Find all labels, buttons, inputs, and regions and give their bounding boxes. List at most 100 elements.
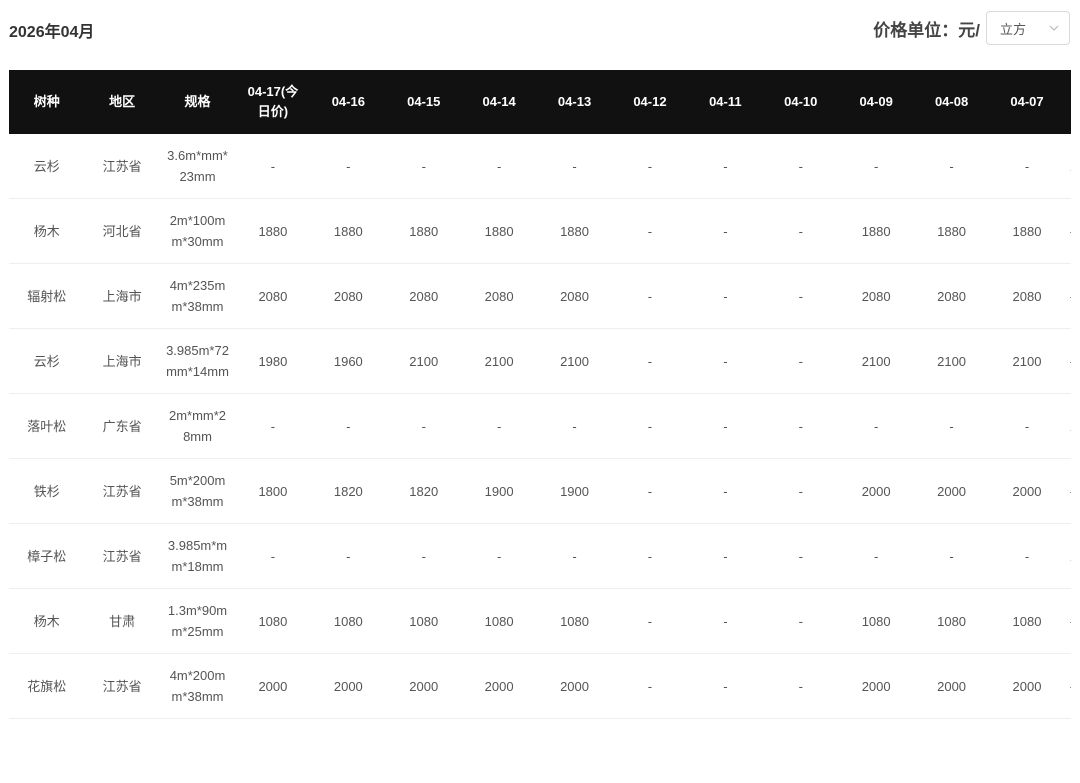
table-cell: - — [687, 393, 764, 459]
table-cell: - — [838, 134, 914, 199]
table-cell: 落叶松 — [9, 393, 85, 459]
price-unit-area: 价格单位：元/ 立方 — [873, 10, 1070, 46]
table-cell: 2000 — [989, 653, 1065, 719]
table-row: 杨木 甘肃 1.3m*90mm*25mm 1080 1080 1080 1080 1080- -… — [9, 588, 1071, 654]
column-header: 04-07 — [989, 70, 1065, 134]
table-cell: 1880 — [838, 198, 914, 264]
table-cell: 1080 — [913, 588, 990, 654]
table-cell: 1820 — [310, 458, 387, 524]
table-cell: 江苏省 — [84, 134, 160, 199]
table-cell: - — [687, 458, 764, 524]
table-cell: 18 — [1064, 393, 1071, 459]
table-cell: - — [1064, 263, 1071, 329]
table-cell: 2000 — [386, 653, 462, 719]
table-cell: - — [838, 393, 914, 459]
table-cell: 1820 — [386, 458, 462, 524]
unit-select[interactable]: 立方 — [986, 11, 1070, 45]
unit-select-value: 立方 — [1000, 21, 1027, 37]
table-cell: 2m*100mm*30mm — [159, 198, 236, 264]
table-cell: - — [310, 523, 387, 589]
table-cell: 2080 — [461, 263, 537, 329]
table-cell: 2100 — [386, 328, 462, 394]
table-cell: 上海市 — [84, 328, 160, 394]
table-cell: 2080 — [235, 263, 311, 329]
table-cell: 2000 — [913, 458, 990, 524]
table-body: 云杉江苏省3.6m*mm*23mm-----------15杨木河北省2m*10… — [9, 134, 1071, 719]
table-cell: 2100 — [536, 328, 613, 394]
column-header: 04-13 — [536, 70, 613, 134]
table-cell: 2080 — [536, 263, 613, 329]
table-cell: - — [235, 393, 311, 459]
table-cell: - — [989, 134, 1065, 199]
table-row: 杨木 河北省 2m*100mm*30mm 1880 1880 1880 1880 1880- -… — [9, 198, 1071, 264]
column-header: 04-15 — [386, 70, 462, 134]
table-cell: - — [1064, 328, 1071, 394]
table-cell: 1080 — [386, 588, 462, 654]
table-cell: 2080 — [310, 263, 387, 329]
column-header: 04-11 — [687, 70, 764, 134]
table-cell: - — [461, 393, 537, 459]
table-cell: 1960 — [310, 328, 387, 394]
column-header: 04-14 — [461, 70, 537, 134]
table-cell: - — [687, 523, 764, 589]
table-cell: 1880 — [461, 198, 537, 264]
table-cell: 2000 — [461, 653, 537, 719]
column-header: 04-10 — [763, 70, 839, 134]
table-cell: 2000 — [838, 653, 914, 719]
column-header: 地区 — [84, 70, 160, 134]
table-cell: - — [235, 134, 311, 199]
table-cell: 2100 — [838, 328, 914, 394]
table-header-row: 树种 地区 规格 04-17(今日价) 04-16 04-15 04-14 04-13 04-1… — [9, 70, 1071, 134]
table-cell: - — [687, 653, 764, 719]
column-header: 04-12 — [612, 70, 688, 134]
table-cell: - — [612, 263, 688, 329]
table-cell: 2000 — [838, 458, 914, 524]
table-cell: 江苏省 — [84, 653, 160, 719]
table-cell: 1880 — [235, 198, 311, 264]
price-table: 树种 地区 规格 04-17(今日价) 04-16 04-15 04-14 04-13 04-1… — [9, 70, 1071, 719]
table-cell: 15 — [1064, 134, 1071, 199]
table-cell: - — [687, 588, 764, 654]
table-cell: - — [310, 393, 387, 459]
table-cell: 2000 — [235, 653, 311, 719]
column-header: 树种 — [9, 70, 85, 134]
table-cell: 2080 — [989, 263, 1065, 329]
table-cell: 2080 — [838, 263, 914, 329]
price-unit-label: 价格单位：元/ — [873, 20, 980, 40]
table-cell: 1880 — [386, 198, 462, 264]
table-cell: - — [536, 134, 613, 199]
table-row: 花旗松 江苏省 4m*200mm*38mm 2000 2000 2000 2000 2000-… — [9, 653, 1071, 719]
table-cell: - — [461, 134, 537, 199]
table-cell: 铁杉 — [9, 458, 85, 524]
table-cell: - — [612, 393, 688, 459]
table-cell: 2000 — [989, 458, 1065, 524]
table-cell: 1880 — [310, 198, 387, 264]
table-cell: 1080 — [989, 588, 1065, 654]
table-cell: 1880 — [913, 198, 990, 264]
table-cell: 4m*200mm*38mm — [159, 653, 236, 719]
table-cell: 5m*200mm*38mm — [159, 458, 236, 524]
table-cell: - — [461, 523, 537, 589]
table-cell: - — [763, 198, 839, 264]
table-cell: - — [687, 263, 764, 329]
table-cell: 上海市 — [84, 263, 160, 329]
table-cell: - — [235, 523, 311, 589]
table-cell: - — [763, 523, 839, 589]
table-cell: 1080 — [310, 588, 387, 654]
table-cell: - — [612, 523, 688, 589]
table-cell: 杨木 — [9, 588, 85, 654]
table-cell: 江苏省 — [84, 523, 160, 589]
table-cell: 2100 — [989, 328, 1065, 394]
table-cell: 1080 — [838, 588, 914, 654]
table-cell: 19 — [1064, 523, 1071, 589]
column-header: 04-09 — [838, 70, 914, 134]
table-cell: - — [913, 393, 990, 459]
chevron-down-icon — [1049, 25, 1059, 31]
table-cell: 广东省 — [84, 393, 160, 459]
table-cell: 3.6m*mm*23mm — [159, 134, 236, 199]
price-table-container[interactable]: 树种 地区 规格 04-17(今日价) 04-16 04-15 04-14 04-13 04-1… — [9, 70, 1071, 783]
table-row: 铁杉 江苏省 5m*200mm*38mm 1800 1820 1820 1900 1900- -… — [9, 458, 1071, 524]
table-cell: 2100 — [461, 328, 537, 394]
table-cell: - — [1064, 588, 1071, 654]
table-cell: - — [989, 393, 1065, 459]
